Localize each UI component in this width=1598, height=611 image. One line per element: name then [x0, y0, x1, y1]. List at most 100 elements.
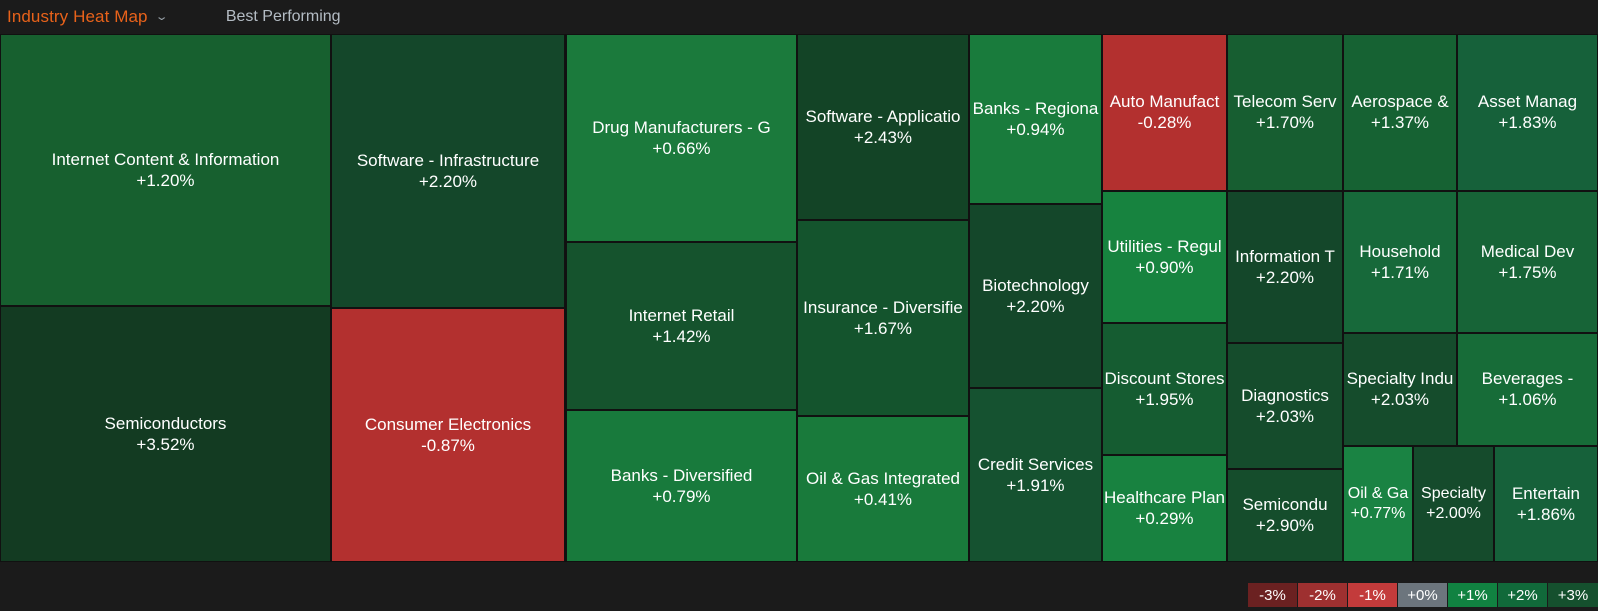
tile-value: +1.06%: [1498, 390, 1557, 409]
tile-label: Consumer Electronics: [364, 414, 532, 434]
treemap-tile[interactable]: Auto Manufact -0.28%: [1102, 34, 1227, 191]
sort-mode-label[interactable]: Best Performing: [226, 8, 341, 26]
treemap-tile[interactable]: Diagnostics +2.03%: [1227, 343, 1343, 469]
tile-value: +1.95%: [1135, 389, 1194, 409]
tile-label: Auto Manufact: [1109, 92, 1220, 111]
tile-value: +0.41%: [853, 489, 913, 509]
tile-value: +1.86%: [1516, 504, 1576, 524]
tile-value: +1.37%: [1370, 113, 1430, 132]
tile-label: Biotechnology: [982, 275, 1089, 295]
legend: -3% -2% -1% +0% +1% +2% +3%: [1248, 583, 1598, 607]
tile-label: Aerospace &: [1351, 92, 1449, 111]
treemap-tile[interactable]: Entertain +1.86%: [1494, 446, 1598, 562]
tile-value: +2.20%: [418, 171, 478, 191]
legend-swatch[interactable]: +1%: [1448, 583, 1498, 607]
tile-label: Semicondu: [1242, 495, 1328, 514]
treemap-tile[interactable]: Aerospace & +1.37%: [1343, 34, 1457, 191]
tile-value: +0.79%: [652, 486, 711, 506]
toolbar: Industry Heat Map ⌄ Best Performing: [0, 0, 1598, 34]
tile-label: Telecom Serv: [1233, 92, 1337, 111]
tile-label: Banks - Regiona: [972, 98, 1099, 118]
legend-swatch[interactable]: +3%: [1548, 583, 1598, 607]
tile-value: +1.67%: [853, 318, 913, 338]
tile-value: +2.43%: [853, 127, 913, 147]
treemap-tile[interactable]: Drug Manufacturers - G +0.66%: [566, 34, 797, 242]
tile-value: +1.70%: [1255, 113, 1315, 132]
tile-label: Utilities - Regul: [1107, 236, 1222, 256]
tile-label: Software - Infrastructure: [356, 150, 540, 170]
legend-swatch[interactable]: -3%: [1248, 583, 1298, 607]
treemap-tile[interactable]: Discount Stores +1.95%: [1102, 323, 1227, 455]
tile-value: +2.00%: [1426, 505, 1481, 522]
tile-value: +1.83%: [1498, 113, 1557, 132]
tile-value: -0.28%: [1137, 113, 1192, 132]
legend-swatch[interactable]: -1%: [1348, 583, 1398, 607]
treemap-tile[interactable]: Beverages - +1.06%: [1457, 333, 1598, 446]
treemap-tile[interactable]: Telecom Serv +1.70%: [1227, 34, 1343, 191]
treemap-tile[interactable]: Insurance - Diversifie +1.67%: [797, 220, 969, 416]
legend-swatch[interactable]: +0%: [1398, 583, 1448, 607]
tile-label: Insurance - Diversifie: [803, 297, 963, 317]
legend-swatch[interactable]: -2%: [1298, 583, 1348, 607]
treemap-canvas: Internet Content & Information +1.20% Semi…: [0, 34, 1598, 562]
treemap-tile[interactable]: Information T +2.20%: [1227, 191, 1343, 343]
treemap-tile[interactable]: Specialty +2.00%: [1413, 446, 1494, 562]
tile-label: Banks - Diversified: [610, 465, 753, 485]
tile-value: +1.71%: [1370, 262, 1430, 282]
tile-label: Discount Stores: [1104, 368, 1225, 388]
treemap-tile[interactable]: Consumer Electronics -0.87%: [331, 308, 565, 562]
heat-map-title[interactable]: Industry Heat Map: [7, 7, 148, 27]
tile-label: Asset Manag: [1477, 92, 1578, 111]
tile-value: +0.90%: [1135, 257, 1194, 277]
tile-label: Internet Retail: [628, 305, 735, 325]
treemap-tile[interactable]: Banks - Diversified +0.79%: [566, 410, 797, 562]
treemap-tile[interactable]: Oil & Ga +0.77%: [1343, 446, 1413, 562]
treemap-tile[interactable]: Household +1.71%: [1343, 191, 1457, 333]
treemap-tile[interactable]: Utilities - Regul +0.90%: [1102, 191, 1227, 323]
tile-label: Semiconductors: [104, 413, 227, 433]
treemap-tile[interactable]: Medical Dev +1.75%: [1457, 191, 1598, 333]
treemap-tile[interactable]: Internet Content & Information +1.20%: [0, 34, 331, 306]
tile-value: +2.90%: [1255, 516, 1315, 535]
treemap-tile[interactable]: Healthcare Plan +0.29%: [1102, 455, 1227, 562]
tile-value: +1.20%: [136, 170, 195, 190]
treemap-tile[interactable]: Internet Retail +1.42%: [566, 242, 797, 410]
tile-label: Specialty: [1421, 485, 1486, 502]
tile-value: +2.20%: [1006, 296, 1065, 316]
tile-label: Household: [1359, 241, 1441, 261]
tile-label: Information T: [1235, 246, 1335, 266]
tile-value: +0.29%: [1135, 509, 1194, 528]
treemap-tile[interactable]: Specialty Indu +2.03%: [1343, 333, 1457, 446]
treemap-tile[interactable]: Semiconductors +3.52%: [0, 306, 331, 562]
tile-label: Oil & Ga: [1347, 485, 1409, 502]
tile-label: Software - Applicatio: [805, 106, 961, 126]
tile-label: Beverages -: [1481, 369, 1574, 388]
chevron-down-icon[interactable]: ⌄: [154, 11, 168, 23]
treemap-tile[interactable]: Asset Manag +1.83%: [1457, 34, 1598, 191]
treemap-tile[interactable]: Oil & Gas Integrated +0.41%: [797, 416, 969, 562]
tile-value: +1.91%: [1006, 475, 1065, 495]
legend-swatch[interactable]: +2%: [1498, 583, 1548, 607]
tile-value: +2.03%: [1370, 390, 1430, 409]
tile-label: Specialty Indu: [1346, 369, 1454, 388]
tile-label: Medical Dev: [1480, 241, 1575, 261]
tile-value: +0.66%: [652, 138, 711, 158]
treemap-tile[interactable]: Banks - Regiona +0.94%: [969, 34, 1102, 204]
tile-label: Diagnostics: [1241, 385, 1329, 405]
tile-value: +3.52%: [136, 434, 195, 454]
tile-label: Oil & Gas Integrated: [805, 468, 961, 488]
treemap-tile[interactable]: Software - Infrastructure +2.20%: [331, 34, 565, 308]
tile-value: -0.87%: [421, 435, 475, 455]
tile-label: Internet Content & Information: [51, 149, 280, 169]
treemap-tile[interactable]: Semicondu +2.90%: [1227, 469, 1343, 562]
treemap-tile[interactable]: Credit Services +1.91%: [969, 388, 1102, 562]
tile-label: Drug Manufacturers - G: [592, 117, 771, 137]
tile-value: +0.94%: [1006, 119, 1065, 139]
treemap-tile[interactable]: Software - Applicatio +2.43%: [797, 34, 969, 220]
tile-value: +1.75%: [1498, 262, 1557, 282]
tile-label: Credit Services: [977, 454, 1094, 474]
heat-map-app: Industry Heat Map ⌄ Best Performing Inte…: [0, 0, 1598, 611]
tile-label: Healthcare Plan: [1104, 488, 1225, 507]
treemap-tile[interactable]: Biotechnology +2.20%: [969, 204, 1102, 388]
tile-value: +1.42%: [652, 326, 711, 346]
